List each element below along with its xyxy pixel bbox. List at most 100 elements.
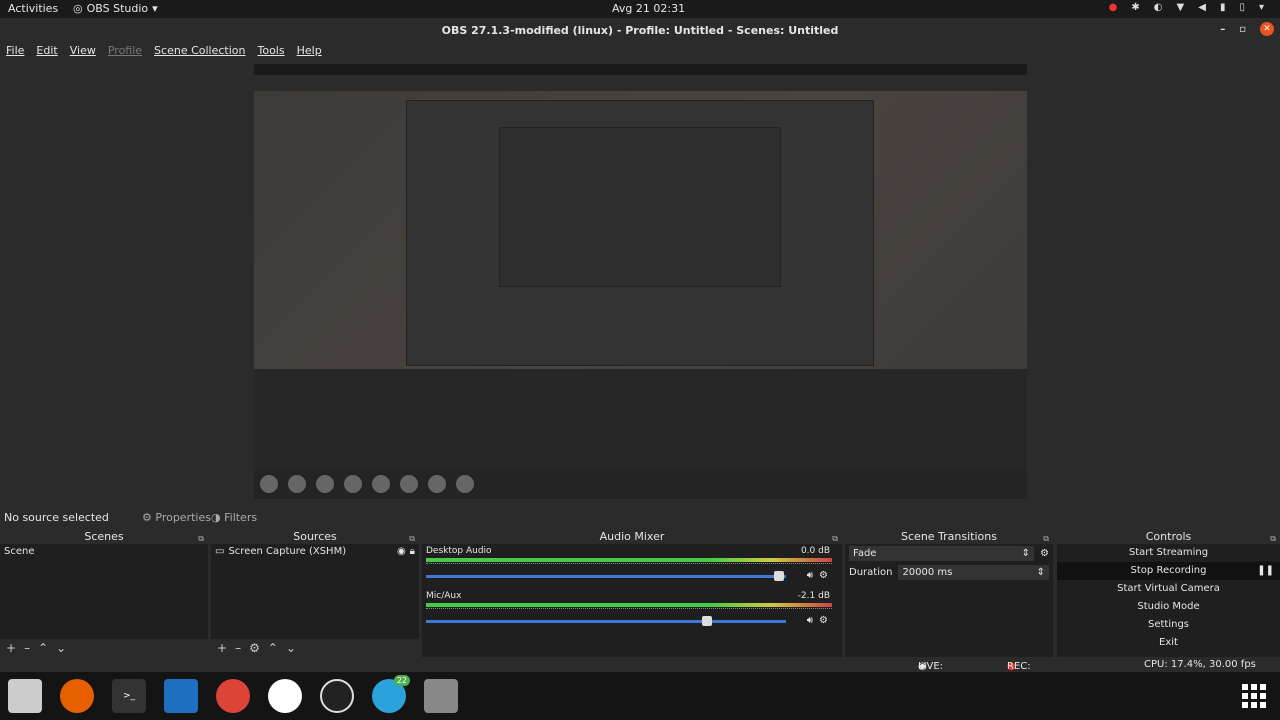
obs-icon[interactable] xyxy=(320,679,354,713)
add-icon[interactable]: + xyxy=(217,641,227,655)
show-apps-icon[interactable] xyxy=(1242,684,1266,708)
undock-icon[interactable]: ⧉ xyxy=(198,532,204,546)
source-toolbar: No source selected ⚙ Properties ◑ Filter… xyxy=(0,507,1280,527)
duration-input[interactable]: 20000 ms ⇕ xyxy=(898,565,1049,580)
activities-button[interactable]: Activities xyxy=(8,2,58,15)
pause-icon[interactable]: ❚❚ xyxy=(1257,562,1274,580)
status-bar: ◉ LIVE: 00:00:00 ● REC: 00:06:25 CPU: 17… xyxy=(0,657,1280,683)
preview-taskbar-icon xyxy=(260,475,278,493)
undock-icon[interactable]: ⧉ xyxy=(1270,532,1276,546)
menu-file[interactable]: File xyxy=(0,42,30,60)
controls-title: Controls xyxy=(1145,530,1192,543)
source-item[interactable]: ▭ Screen Capture (XSHM) ◉ 🔒︎ xyxy=(211,544,419,559)
menu-bar: File Edit View Profile Scene Collection … xyxy=(0,42,1280,60)
controls-dock: Controls ⧉ Start Streaming Stop Recording… xyxy=(1057,530,1280,657)
start-streaming-button[interactable]: Start Streaming xyxy=(1057,544,1280,562)
properties-button[interactable]: ⚙ Properties xyxy=(142,511,211,524)
mixer-title: Audio Mixer xyxy=(599,530,665,543)
chevron-down-icon: ▾ xyxy=(152,2,158,15)
no-source-label: No source selected xyxy=(4,511,109,524)
menu-help[interactable]: Help xyxy=(291,42,328,60)
app-menu[interactable]: ◎ OBS Studio ▾ xyxy=(73,2,158,15)
disk-icon[interactable] xyxy=(424,679,458,713)
system-topbar: Activities ◎ OBS Studio ▾ Avg 21 02:31 ● ✱… xyxy=(0,0,1280,18)
scene-item[interactable]: Scene xyxy=(0,544,208,559)
gear-icon[interactable]: ⚙ xyxy=(819,615,828,626)
remove-icon[interactable]: – xyxy=(235,641,241,655)
exit-button[interactable]: Exit xyxy=(1057,634,1280,652)
move-up-icon[interactable]: ⌃ xyxy=(38,641,48,655)
move-down-icon[interactable]: ⌄ xyxy=(56,641,66,655)
clock[interactable]: Avg 21 02:31 xyxy=(612,2,685,15)
preview-canvas[interactable] xyxy=(254,64,1027,499)
apps-dot xyxy=(1260,684,1266,690)
gear-icon[interactable]: ⚙ xyxy=(1040,548,1049,559)
duration-label: Duration xyxy=(849,567,893,578)
volume-slider-handle[interactable] xyxy=(773,571,784,581)
volume-meter xyxy=(426,603,832,607)
eye-icon[interactable]: ◉ xyxy=(397,546,406,557)
remove-icon[interactable]: – xyxy=(24,641,30,655)
meter-scale xyxy=(426,563,832,569)
preview-taskbar-icon xyxy=(456,475,474,493)
telegram-icon[interactable]: 22 xyxy=(372,675,410,713)
start-virtual-camera-button[interactable]: Start Virtual Camera xyxy=(1057,580,1280,598)
window-controls: – ▫ ✕ xyxy=(1220,22,1274,36)
stop-recording-label: Stop Recording xyxy=(1130,565,1207,576)
volume-slider[interactable] xyxy=(426,620,786,623)
lock-icon[interactable]: 🔒︎ xyxy=(410,546,415,557)
move-down-icon[interactable]: ⌄ xyxy=(286,641,296,655)
volume-slider[interactable] xyxy=(426,575,786,578)
filters-button[interactable]: ◑ Filters xyxy=(211,511,257,524)
volume-meter xyxy=(426,558,832,562)
obs-icon: ◎ xyxy=(73,2,83,15)
menu-tools[interactable]: Tools xyxy=(252,42,291,60)
stop-recording-button[interactable]: Stop Recording ❚❚ xyxy=(1057,562,1280,580)
apps-dot xyxy=(1260,702,1266,708)
terminal-icon[interactable]: >_ xyxy=(112,679,146,713)
menu-view[interactable]: View xyxy=(64,42,102,60)
maximize-button[interactable]: ▫ xyxy=(1239,24,1246,35)
menu-scene-collection[interactable]: Scene Collection xyxy=(148,42,251,60)
window-title: OBS 27.1.3-modified (linux) - Profile: U… xyxy=(441,23,839,37)
firefox-icon[interactable] xyxy=(60,679,94,713)
undock-icon[interactable]: ⧉ xyxy=(409,532,415,546)
preview-taskbar-icon xyxy=(372,475,390,493)
close-button[interactable]: ✕ xyxy=(1260,22,1274,36)
duration-value: 20000 ms xyxy=(902,567,953,578)
mixer-channel: Desktop Audio 0.0 dB 🔊︎ ⚙ xyxy=(422,544,842,589)
speaker-icon[interactable]: 🔊︎ xyxy=(807,570,813,581)
channel-db: -2.1 dB xyxy=(797,591,830,601)
transition-select[interactable]: Fade ⇕ xyxy=(849,546,1035,561)
sources-title: Sources xyxy=(293,530,337,543)
mixer-header: Audio Mixer ⧉ xyxy=(422,530,842,544)
mongodb-compass-icon[interactable] xyxy=(268,679,302,713)
add-icon[interactable]: + xyxy=(6,641,16,655)
vscode-icon[interactable] xyxy=(164,679,198,713)
move-up-icon[interactable]: ⌃ xyxy=(268,641,278,655)
source-item-label: Screen Capture (XSHM) xyxy=(228,546,347,557)
chrome-icon[interactable] xyxy=(216,679,250,713)
undock-icon[interactable]: ⧉ xyxy=(1043,532,1049,546)
preview-taskbar xyxy=(254,469,1027,499)
transition-type: Fade xyxy=(853,548,877,559)
chevron-updown-icon: ⇕ xyxy=(1021,548,1031,559)
volume-slider-handle[interactable] xyxy=(701,616,712,626)
minimize-button[interactable]: – xyxy=(1220,24,1225,35)
menu-edit[interactable]: Edit xyxy=(30,42,63,60)
settings-button[interactable]: Settings xyxy=(1057,616,1280,634)
files-icon[interactable] xyxy=(8,679,42,713)
speaker-icon[interactable]: 🔊︎ xyxy=(807,615,813,626)
scenes-dock: Scenes ⧉ Scene + – ⌃ ⌄ xyxy=(0,530,208,657)
apps-dot xyxy=(1242,684,1248,690)
system-tray[interactable]: ● ✱ ◐ ▼ ◀ ▮ ▯ ▾ xyxy=(1109,2,1264,13)
gear-icon[interactable]: ⚙ xyxy=(819,570,828,581)
filters-label: Filters xyxy=(224,511,258,524)
spinner-icon[interactable]: ⇕ xyxy=(1037,567,1045,578)
monitor-icon: ▭ xyxy=(215,546,225,557)
channel-icons: 🔊︎ ⚙ xyxy=(807,615,828,626)
preview-docks xyxy=(254,369,1027,469)
menu-profile[interactable]: Profile xyxy=(102,42,148,60)
studio-mode-button[interactable]: Studio Mode xyxy=(1057,598,1280,616)
gear-icon[interactable]: ⚙ xyxy=(249,641,260,655)
